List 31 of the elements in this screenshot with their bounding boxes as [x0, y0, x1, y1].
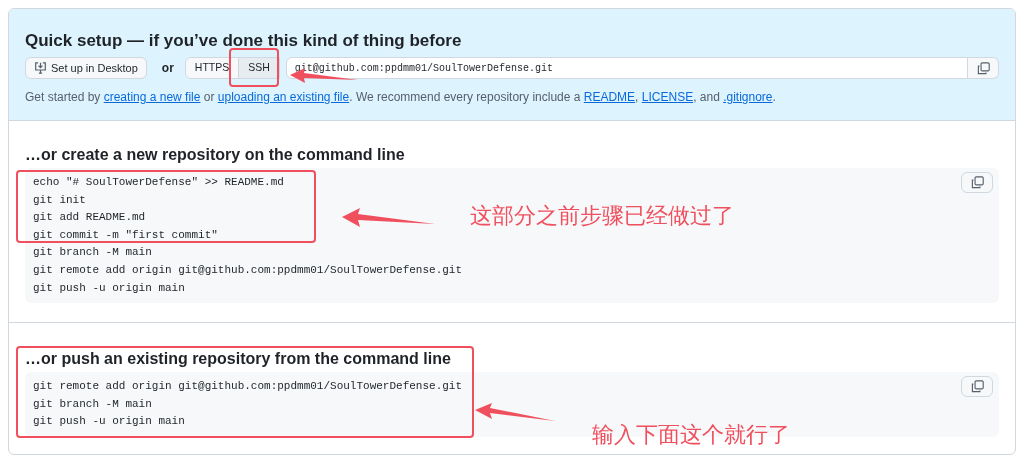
text-link[interactable]: .gitignore — [723, 90, 773, 104]
highlight-box — [229, 48, 279, 87]
or-label: or — [161, 60, 174, 77]
copy-button[interactable] — [968, 57, 999, 79]
setup-desktop-button[interactable]: Set up in Desktop — [25, 57, 147, 79]
clone-url-field[interactable]: git@github.com:ppdmm01/SoulTowerDefense.git — [285, 57, 968, 79]
setup-hint-text: Get started by creating a new file or uploading an existing file. We recommend every repository include a README, LICENSE, and .gitignore. — [25, 89, 777, 106]
copy-button[interactable] — [961, 172, 993, 193]
code-line: git push -u origin main — [33, 414, 185, 430]
copy-button[interactable] — [961, 376, 993, 397]
text-link[interactable]: creating a new file — [103, 90, 201, 104]
code-line: git branch -M main — [33, 396, 152, 412]
code-line: git commit -m "first commit" — [33, 227, 218, 243]
section-heading: …or create a new repository on the command line — [25, 145, 406, 165]
code-line: git push -u origin main — [33, 280, 185, 296]
code-line: echo "# SoulTowerDefense" >> README.md — [33, 175, 284, 190]
code-line: git init — [33, 192, 86, 208]
section-heading: …or push an existing repository from the command line — [25, 349, 452, 369]
code-line: git remote add origin git@github.com:ppdmm01/SoulTowerDefense.git — [33, 379, 463, 394]
copy-icon — [970, 176, 984, 189]
desktop-download-icon — [34, 62, 47, 74]
protocol-tab[interactable]: SSH — [238, 58, 279, 78]
protocol-tab[interactable]: HTTPS — [185, 58, 239, 78]
code-line: git add README.md — [33, 210, 146, 226]
copy-icon — [970, 380, 984, 393]
section-heading: Quick setup — if you’ve done this kind of thing before — [25, 30, 463, 52]
code-line: git branch -M main — [33, 245, 152, 261]
annotation-text: 输入下面这个就行了 — [592, 421, 790, 449]
copy-icon — [976, 61, 990, 75]
code-line: git remote add origin git@github.com:ppdmm01/SoulTowerDefense.git — [33, 262, 463, 278]
annotation-text: 这部分之前步骤已经做过了 — [470, 202, 734, 230]
